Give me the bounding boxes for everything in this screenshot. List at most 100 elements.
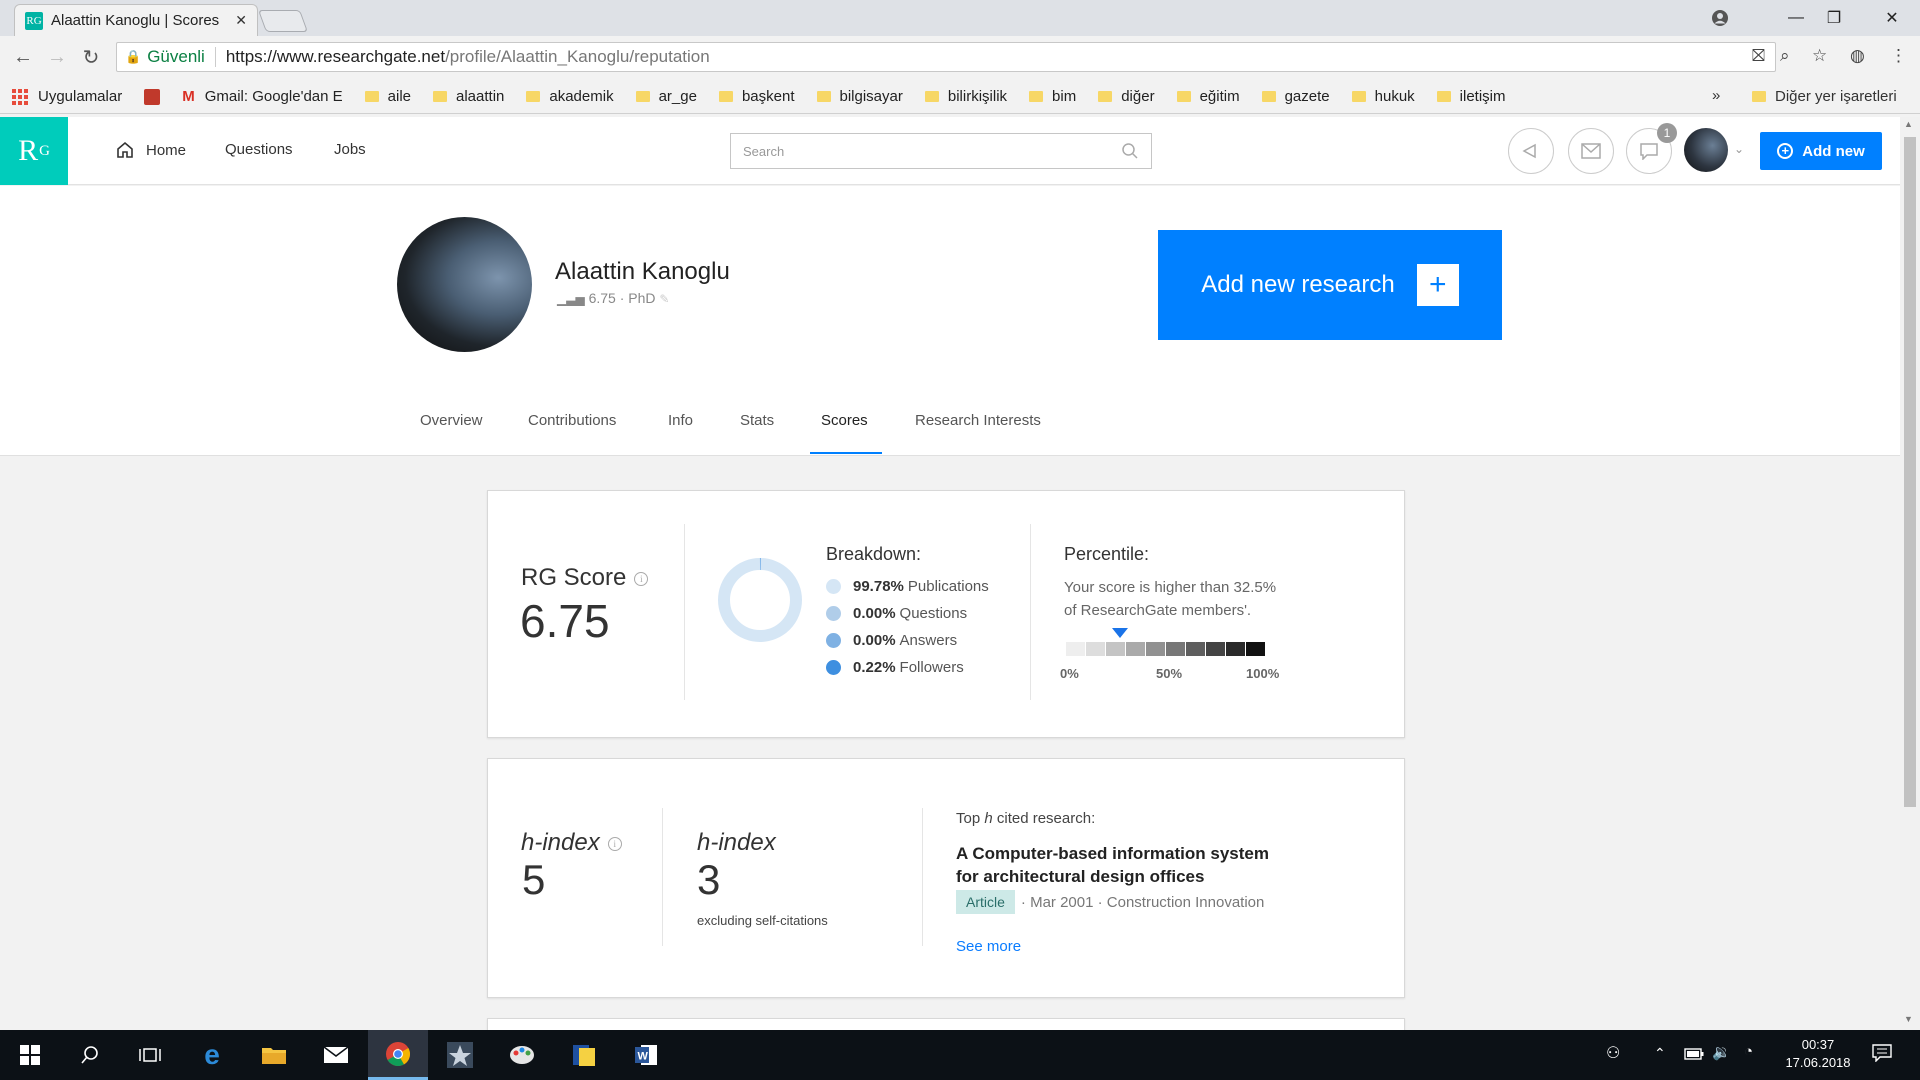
breakdown-list: 99.78% Publications 0.00% Questions 0.00% A… (826, 578, 989, 676)
bookmark-star-icon[interactable]: ☆ (1812, 46, 1827, 66)
file-explorer-icon[interactable] (244, 1030, 304, 1080)
folder-icon (718, 91, 733, 102)
tab-scores[interactable]: Scores (821, 412, 868, 429)
windows-start-icon[interactable] (0, 1030, 60, 1080)
bookmark-folder-akademik[interactable]: akademik (526, 88, 614, 105)
new-tab-button[interactable] (257, 10, 309, 32)
profile-photo[interactable] (397, 217, 532, 352)
bookmark-folder-gazete[interactable]: gazete (1261, 88, 1330, 105)
folder-icon (433, 91, 447, 102)
tab-info[interactable]: Info (668, 412, 693, 429)
breakdown-item-publications: 99.78% Publications (826, 578, 989, 595)
add-new-research-button[interactable]: Add new research + (1158, 230, 1502, 340)
apps-icon (12, 88, 28, 105)
info-icon[interactable]: i (607, 836, 622, 851)
see-more-link[interactable]: See more (956, 938, 1021, 955)
close-window-icon[interactable]: ✕ (1868, 4, 1916, 32)
h-index-excl-label: h-index (697, 829, 776, 856)
reload-icon[interactable]: ↻ (78, 44, 104, 70)
h-index-value: 5 (522, 856, 546, 903)
battery-icon[interactable] (1684, 1047, 1704, 1065)
other-bookmarks-folder[interactable]: Diğer yer işaretleri (1752, 88, 1897, 105)
info-icon[interactable]: i (634, 571, 649, 586)
edge-browser-icon[interactable]: e (182, 1030, 242, 1080)
scroll-down-icon[interactable]: ▼ (1904, 1014, 1913, 1024)
search-input[interactable]: Search (730, 133, 1152, 169)
scrollbar-thumb[interactable] (1904, 137, 1916, 807)
browser-tab-active[interactable]: RG Alaattin Kanoglu | Scores ✕ (14, 4, 258, 36)
nav-questions[interactable]: Questions (225, 141, 293, 158)
bookmark-folder-bilirkisilik[interactable]: bilirkişilik (924, 88, 1007, 105)
action-center-icon[interactable] (1872, 1044, 1892, 1067)
address-bar[interactable]: 🔒 Güvenli https://www.researchgate.net/p… (116, 42, 1776, 72)
bookmark-folder-diger[interactable]: diğer (1098, 88, 1155, 105)
volume-icon[interactable]: 🔉 (1712, 1043, 1731, 1061)
profile-name[interactable]: Alaattin Kanoglu (555, 258, 730, 286)
messages-icon[interactable] (1568, 128, 1614, 174)
folder-icon (1176, 91, 1191, 102)
mail-icon[interactable] (306, 1030, 366, 1080)
extension-globe-icon[interactable]: ◍ (1850, 46, 1865, 66)
bookmark-folder-alaattin[interactable]: alaattin (433, 88, 504, 105)
forward-icon[interactable]: → (44, 44, 70, 70)
paper-meta-row: Article · Mar 2001 · Construction Innova… (956, 890, 1264, 914)
add-new-button[interactable]: + Add new (1760, 132, 1882, 170)
folder-icon (816, 91, 831, 102)
word-app-icon[interactable]: W (616, 1030, 676, 1080)
chrome-taskbar-icon[interactable] (368, 1030, 428, 1080)
search-icon (1122, 143, 1138, 159)
top-cited-paper-title[interactable]: A Computer-based information system for … (956, 842, 1269, 888)
researchgate-logo[interactable]: RG (0, 117, 68, 185)
paint-app-icon[interactable] (492, 1030, 552, 1080)
scroll-up-icon[interactable]: ▲ (1904, 119, 1913, 129)
announcements-icon[interactable] (1508, 128, 1554, 174)
folder-icon (1029, 91, 1044, 102)
notes-app-icon[interactable] (554, 1030, 614, 1080)
home-icon (117, 141, 133, 158)
restore-window-icon[interactable]: ❐ (1810, 4, 1858, 32)
zoom-icon[interactable]: ⌕ (1780, 46, 1790, 66)
bookmark-toolbox[interactable] (144, 88, 161, 105)
bookmark-folder-hukuk[interactable]: hukuk (1351, 88, 1415, 105)
nav-jobs[interactable]: Jobs (334, 141, 366, 158)
tab-research-interests[interactable]: Research Interests (915, 412, 1041, 429)
scale-label-50: 50% (1156, 666, 1183, 681)
bookmark-folder-bilgisayar[interactable]: bilgisayar (816, 88, 903, 105)
task-view-icon[interactable] (120, 1030, 180, 1080)
profile-meta: ▁▃▅ 6.75 · PhD ✎ (557, 290, 670, 306)
profile-account-icon[interactable] (1696, 4, 1744, 32)
h-index-excl-note: excluding self-citations (697, 913, 828, 928)
bookmarks-overflow-button[interactable]: » (1712, 87, 1720, 104)
folder-icon (635, 91, 650, 102)
breakdown-item-questions: 0.00% Questions (826, 605, 989, 622)
bookmark-gmail[interactable]: M Gmail: Google'dan E (182, 88, 342, 105)
tab-overview[interactable]: Overview (420, 412, 483, 429)
people-icon[interactable]: ⚇ (1606, 1043, 1620, 1063)
search-icon[interactable] (60, 1030, 120, 1080)
account-avatar[interactable] (1684, 128, 1728, 172)
bookmark-folder-bim[interactable]: bim (1029, 88, 1076, 105)
bookmark-folder-iletisim[interactable]: iletişim (1436, 88, 1506, 105)
bookmark-folder-ar-ge[interactable]: ar_ge (635, 88, 697, 105)
chrome-menu-icon[interactable]: ⋮ (1890, 46, 1907, 66)
bookmark-apps[interactable]: Uygulamalar (12, 88, 122, 105)
tab-close-icon[interactable]: ✕ (235, 12, 247, 29)
bookmark-folder-baskent[interactable]: başkent (718, 88, 795, 105)
tab-stats[interactable]: Stats (740, 412, 774, 429)
back-icon[interactable]: ← (10, 44, 36, 70)
folder-icon (526, 91, 541, 102)
tray-chevron-up-icon[interactable]: ⌃ (1654, 1045, 1666, 1062)
bookmark-folder-aile[interactable]: aile (364, 88, 411, 105)
chevron-down-icon[interactable]: ⌄ (1734, 142, 1744, 156)
breakdown-donut-chart (718, 557, 802, 642)
folder-icon (1261, 91, 1276, 102)
translate-icon[interactable]: ⛝ (1752, 46, 1765, 66)
edit-pencil-icon[interactable]: ✎ (659, 292, 669, 306)
star-app-icon[interactable] (430, 1030, 490, 1080)
legend-dot (826, 660, 841, 675)
nav-home[interactable]: Home (116, 141, 186, 159)
tab-contributions[interactable]: Contributions (528, 412, 616, 429)
bookmark-folder-egitim[interactable]: eğitim (1176, 88, 1240, 105)
wifi-icon[interactable]: ◔ (1744, 1043, 1753, 1060)
clock[interactable]: 00:37 17.06.2018 (1778, 1036, 1858, 1072)
